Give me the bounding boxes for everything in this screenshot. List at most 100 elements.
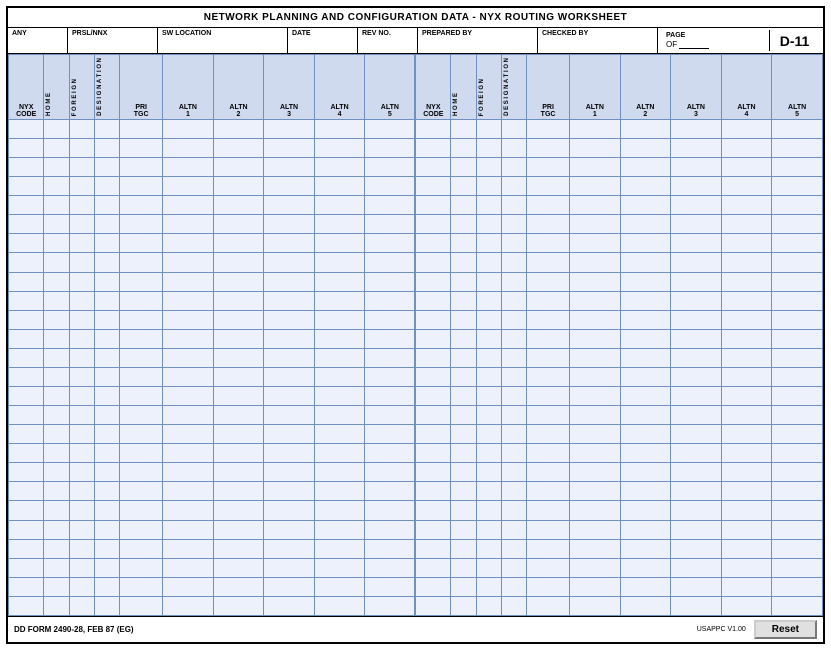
col-home-left: H O M E	[44, 55, 69, 120]
table-row	[9, 310, 823, 329]
table-cell	[314, 310, 365, 329]
table-cell	[451, 558, 476, 577]
table-cell	[365, 425, 416, 444]
of-value	[679, 39, 709, 49]
table-cell	[772, 310, 823, 329]
table-cell	[69, 291, 94, 310]
table-cell	[9, 539, 44, 558]
table-cell	[213, 463, 264, 482]
table-cell	[163, 291, 214, 310]
table-cell	[213, 387, 264, 406]
table-cell	[721, 348, 772, 367]
table-cell	[163, 482, 214, 501]
table-cell	[570, 119, 621, 138]
table-cell	[620, 234, 671, 253]
table-cell	[451, 482, 476, 501]
table-cell	[451, 406, 476, 425]
table-cell	[44, 253, 69, 272]
table-cell	[264, 291, 315, 310]
form-title: NETWORK PLANNING AND CONFIGURATION DATA …	[8, 8, 823, 28]
table-cell	[120, 539, 163, 558]
table-cell	[314, 119, 365, 138]
table-cell	[213, 158, 264, 177]
table-cell	[44, 444, 69, 463]
table-cell	[94, 482, 119, 501]
table-cell	[213, 367, 264, 386]
table-cell	[620, 310, 671, 329]
table-cell	[476, 272, 501, 291]
table-cell	[264, 348, 315, 367]
table-cell	[527, 520, 570, 539]
table-cell	[264, 329, 315, 348]
table-cell	[69, 234, 94, 253]
table-cell	[264, 463, 315, 482]
table-cell	[671, 119, 722, 138]
table-cell	[365, 558, 416, 577]
table-cell	[213, 539, 264, 558]
table-cell	[721, 253, 772, 272]
table-cell	[163, 196, 214, 215]
table-cell	[451, 539, 476, 558]
table-cell	[501, 253, 526, 272]
table-cell	[314, 272, 365, 291]
table-cell	[264, 520, 315, 539]
table-cell	[69, 558, 94, 577]
table-cell	[44, 482, 69, 501]
table-cell	[163, 596, 214, 615]
table-cell	[527, 291, 570, 310]
table-cell	[365, 367, 416, 386]
table-cell	[415, 253, 450, 272]
table-cell	[69, 501, 94, 520]
table-cell	[213, 310, 264, 329]
table-cell	[314, 406, 365, 425]
table-cell	[69, 482, 94, 501]
col-altn2-right: ALTN2	[620, 55, 671, 120]
table-cell	[476, 444, 501, 463]
table-cell	[527, 444, 570, 463]
table-cell	[264, 196, 315, 215]
table-cell	[772, 482, 823, 501]
table-cell	[163, 158, 214, 177]
table-cell	[570, 463, 621, 482]
table-cell	[671, 444, 722, 463]
table-cell	[570, 234, 621, 253]
table-cell	[213, 119, 264, 138]
table-cell	[365, 310, 416, 329]
table-cell	[501, 329, 526, 348]
table-cell	[570, 138, 621, 157]
table-cell	[772, 272, 823, 291]
table-body	[9, 119, 823, 615]
table-cell	[527, 310, 570, 329]
table-cell	[163, 177, 214, 196]
table-row	[9, 596, 823, 615]
header-prep: PREPARED BY	[418, 28, 538, 53]
table-cell	[120, 196, 163, 215]
table-cell	[264, 577, 315, 596]
col-altn5-left: ALTN5	[365, 55, 416, 120]
table-cell	[772, 138, 823, 157]
table-cell	[69, 272, 94, 291]
table-cell	[9, 367, 44, 386]
table-cell	[527, 158, 570, 177]
table-cell	[570, 406, 621, 425]
table-cell	[527, 387, 570, 406]
table-cell	[451, 425, 476, 444]
table-cell	[671, 234, 722, 253]
table-cell	[415, 367, 450, 386]
table-cell	[772, 520, 823, 539]
table-cell	[163, 253, 214, 272]
table-cell	[671, 387, 722, 406]
table-cell	[451, 310, 476, 329]
reset-button[interactable]: Reset	[754, 620, 817, 639]
table-cell	[671, 348, 722, 367]
table-cell	[314, 291, 365, 310]
table-cell	[476, 539, 501, 558]
table-cell	[527, 329, 570, 348]
col-altn1-left: ALTN1	[163, 55, 214, 120]
table-cell	[120, 253, 163, 272]
table-cell	[213, 215, 264, 234]
table-cell	[415, 234, 450, 253]
table-cell	[44, 158, 69, 177]
table-cell	[476, 119, 501, 138]
table-cell	[9, 348, 44, 367]
